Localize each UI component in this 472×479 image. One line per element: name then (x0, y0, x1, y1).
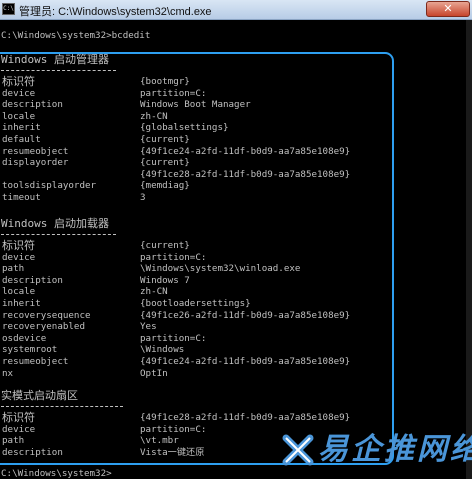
watermark-text: 易企推网络 (318, 432, 472, 467)
watermark: 易企推网络 (280, 430, 472, 470)
watermark-logo-icon (282, 434, 314, 466)
prompt-line: C:\Windows\system32>bcdedit (1, 30, 151, 41)
prompt-line-current: C:\Windows\system32> (1, 468, 112, 479)
highlight-box (0, 52, 394, 465)
window-title: 管理员: C:\Windows\system32\cmd.exe (19, 6, 212, 18)
cmd-icon[interactable]: C:\ (2, 3, 15, 15)
close-button[interactable]: ✕ (426, 1, 470, 17)
title-bar[interactable]: C:\ 管理员: C:\Windows\system32\cmd.exe ✕ (0, 0, 472, 20)
vertical-scrollbar[interactable] (466, 20, 472, 479)
